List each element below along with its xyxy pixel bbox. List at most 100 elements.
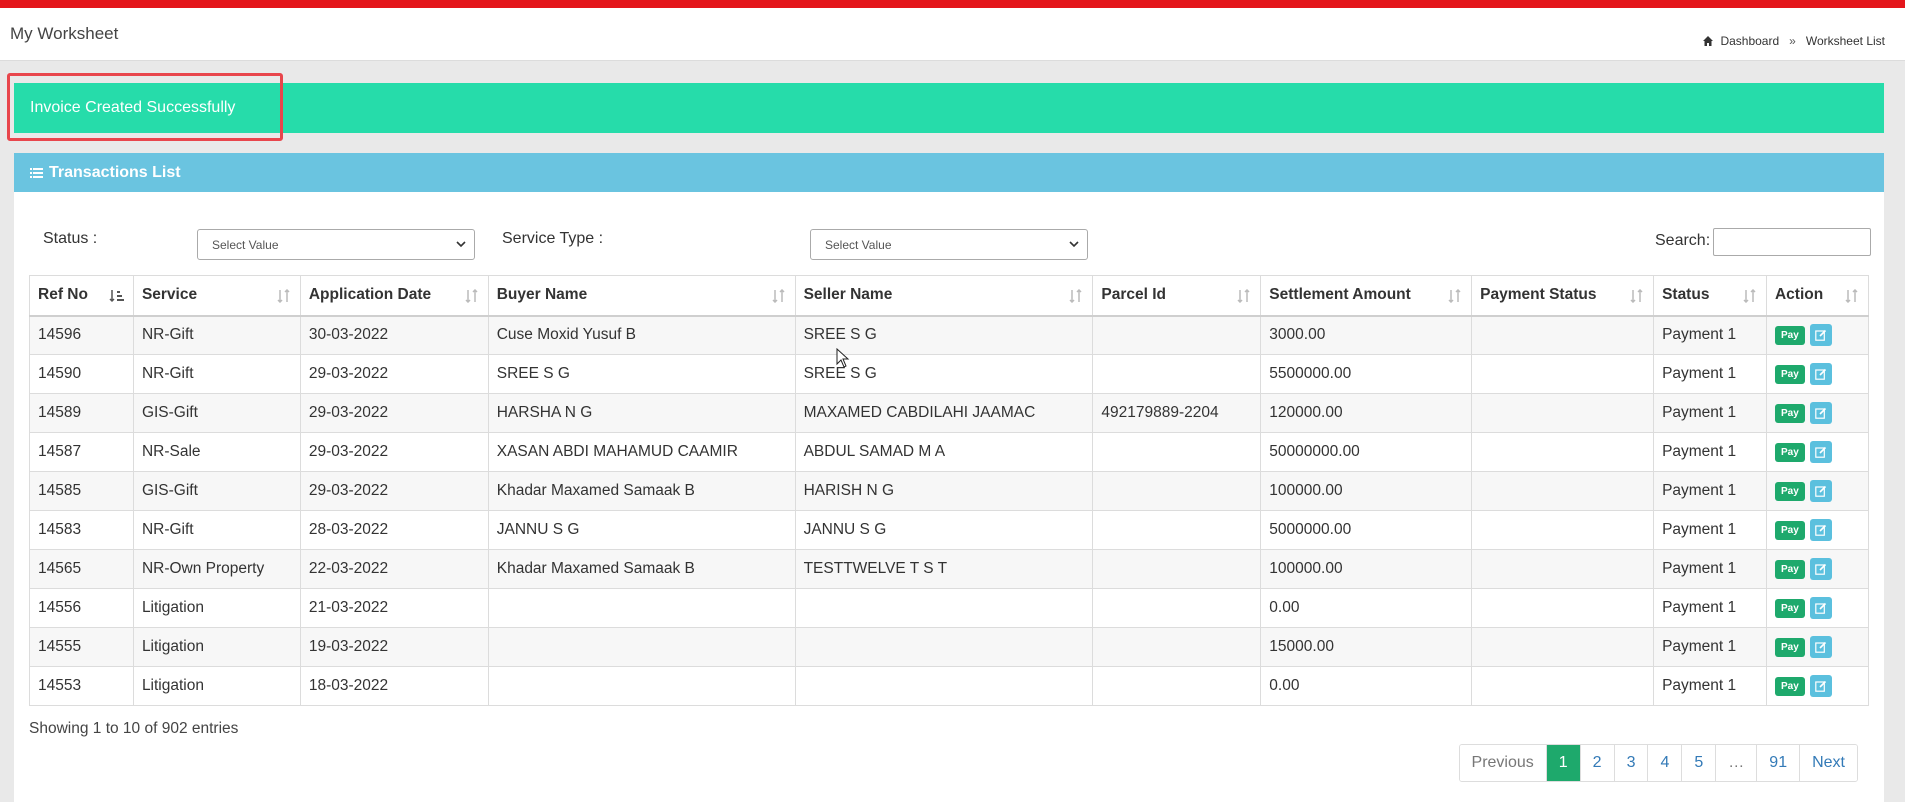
- table-row: 14596 NR-Gift 30-03-2022 Cuse Moxid Yusuf B…: [29, 315, 1870, 355]
- edit-icon: [1814, 524, 1826, 536]
- table-row: 14585 GIS-Gift 29-03-2022 Khadar Maxamed Sa…: [29, 471, 1870, 511]
- pay-button[interactable]: Pay: [1774, 559, 1805, 579]
- edit-button[interactable]: [1809, 480, 1832, 502]
- status-select[interactable]: Select Value: [197, 229, 475, 260]
- edit-button[interactable]: [1809, 519, 1832, 541]
- pay-button[interactable]: Pay: [1774, 676, 1805, 696]
- pagination-page-3[interactable]: 3: [1613, 745, 1648, 781]
- cell-seller-name: [794, 588, 1094, 628]
- pay-button[interactable]: Pay: [1774, 325, 1805, 345]
- cell-settlement-amount: 120000.00: [1260, 393, 1473, 433]
- cell-ref-no: 14596: [29, 315, 134, 355]
- cell-service: Litigation: [132, 588, 301, 628]
- transactions-table: Ref No Service Application Date Buyer Na…: [29, 275, 1870, 706]
- cell-parcel-id: [1092, 549, 1262, 589]
- column-header-application-date[interactable]: Application Date: [299, 275, 489, 317]
- breadcrumb-dashboard-link[interactable]: Dashboard: [1720, 34, 1779, 48]
- top-brand-bar: [0, 0, 1905, 8]
- pagination-page-2[interactable]: 2: [1579, 745, 1614, 781]
- edit-button[interactable]: [1809, 558, 1832, 580]
- edit-button[interactable]: [1809, 441, 1832, 463]
- cell-buyer-name: [487, 666, 796, 706]
- pagination-page-91[interactable]: 91: [1756, 745, 1800, 781]
- cell-action: Pay: [1765, 666, 1870, 706]
- cell-buyer-name: SREE S G: [487, 354, 796, 394]
- column-header-seller-name[interactable]: Seller Name: [794, 275, 1094, 317]
- pagination-previous[interactable]: Previous: [1459, 745, 1546, 781]
- table-row: 14553 Litigation 18-03-2022 0.00 Payment 1 Pa…: [29, 666, 1870, 706]
- pay-button[interactable]: Pay: [1774, 520, 1805, 540]
- sort-asc-icon: [109, 290, 124, 303]
- cell-status: Payment 1: [1653, 393, 1767, 433]
- edit-button[interactable]: [1809, 636, 1832, 658]
- page-header: My Worksheet Dashboard » Worksheet List: [0, 8, 1905, 61]
- pagination-page-5[interactable]: 5: [1681, 745, 1716, 781]
- cell-ref-no: 14556: [29, 588, 134, 628]
- column-header-buyer-name[interactable]: Buyer Name: [487, 275, 796, 317]
- column-header-status[interactable]: Status: [1653, 275, 1767, 317]
- cell-payment-status: [1471, 354, 1655, 394]
- edit-icon: [1814, 563, 1826, 575]
- pay-button[interactable]: Pay: [1774, 598, 1805, 618]
- column-header-parcel-id[interactable]: Parcel Id: [1092, 275, 1262, 317]
- cell-service: NR-Gift: [132, 354, 301, 394]
- table-body: 14596 NR-Gift 30-03-2022 Cuse Moxid Yusuf B…: [29, 315, 1870, 706]
- column-header-action[interactable]: Action: [1765, 275, 1870, 317]
- cell-seller-name: [794, 627, 1094, 667]
- cell-seller-name: ABDUL SAMAD M A: [794, 432, 1094, 472]
- column-header-ref-no[interactable]: Ref No: [29, 275, 134, 317]
- sort-icon: [1743, 289, 1756, 303]
- column-header-service[interactable]: Service: [132, 275, 301, 317]
- cell-ref-no: 14565: [29, 549, 134, 589]
- cell-settlement-amount: 3000.00: [1260, 315, 1473, 355]
- chevron-down-icon: [1069, 241, 1079, 248]
- pay-button[interactable]: Pay: [1774, 364, 1805, 384]
- sort-icon: [1448, 289, 1461, 303]
- cell-parcel-id: [1092, 627, 1262, 667]
- pagination-page-1[interactable]: 1: [1545, 745, 1580, 781]
- chevron-down-icon: [456, 241, 466, 248]
- cell-settlement-amount: 100000.00: [1260, 549, 1473, 589]
- cell-service: NR-Own Property: [132, 549, 301, 589]
- cell-service: GIS-Gift: [132, 393, 301, 433]
- pagination-page-4[interactable]: 4: [1647, 745, 1682, 781]
- breadcrumb-separator: »: [1789, 34, 1796, 48]
- sort-icon: [1630, 289, 1643, 303]
- edit-button[interactable]: [1809, 363, 1832, 385]
- cell-buyer-name: Khadar Maxamed Samaak B: [487, 549, 796, 589]
- cell-ref-no: 14589: [29, 393, 134, 433]
- pagination-next[interactable]: Next: [1799, 745, 1857, 781]
- pay-button[interactable]: Pay: [1774, 481, 1805, 501]
- edit-button[interactable]: [1809, 324, 1832, 347]
- service-type-select[interactable]: Select Value: [810, 229, 1088, 260]
- edit-button[interactable]: [1809, 597, 1832, 619]
- sort-icon: [1845, 289, 1858, 303]
- list-icon: [30, 167, 43, 178]
- pay-button[interactable]: Pay: [1774, 403, 1805, 423]
- cell-seller-name: MAXAMED CABDILAHI JAAMAC: [794, 393, 1094, 433]
- column-header-settlement-amount[interactable]: Settlement Amount: [1260, 275, 1473, 317]
- pagination-ellipsis: …: [1715, 745, 1757, 781]
- cell-service: GIS-Gift: [132, 471, 301, 511]
- cell-settlement-amount: 100000.00: [1260, 471, 1473, 511]
- cell-action: Pay: [1765, 627, 1870, 667]
- pay-button[interactable]: Pay: [1774, 637, 1805, 657]
- service-type-select-value: Select Value: [825, 237, 892, 252]
- cell-buyer-name: Cuse Moxid Yusuf B: [487, 315, 796, 355]
- edit-button[interactable]: [1809, 402, 1832, 424]
- cell-action: Pay: [1765, 315, 1870, 355]
- pay-button[interactable]: Pay: [1774, 442, 1805, 462]
- cell-application-date: 29-03-2022: [299, 471, 489, 511]
- search-input[interactable]: [1713, 228, 1871, 256]
- cell-payment-status: [1471, 549, 1655, 589]
- cell-ref-no: 14585: [29, 471, 134, 511]
- cell-settlement-amount: 15000.00: [1260, 627, 1473, 667]
- cell-application-date: 29-03-2022: [299, 432, 489, 472]
- cell-status: Payment 1: [1653, 432, 1767, 472]
- cell-seller-name: TESTTWELVE T S T: [794, 549, 1094, 589]
- column-header-payment-status[interactable]: Payment Status: [1471, 275, 1655, 317]
- edit-button[interactable]: [1809, 675, 1832, 697]
- cell-seller-name: [794, 666, 1094, 706]
- cell-action: Pay: [1765, 393, 1870, 433]
- cell-application-date: 28-03-2022: [299, 510, 489, 550]
